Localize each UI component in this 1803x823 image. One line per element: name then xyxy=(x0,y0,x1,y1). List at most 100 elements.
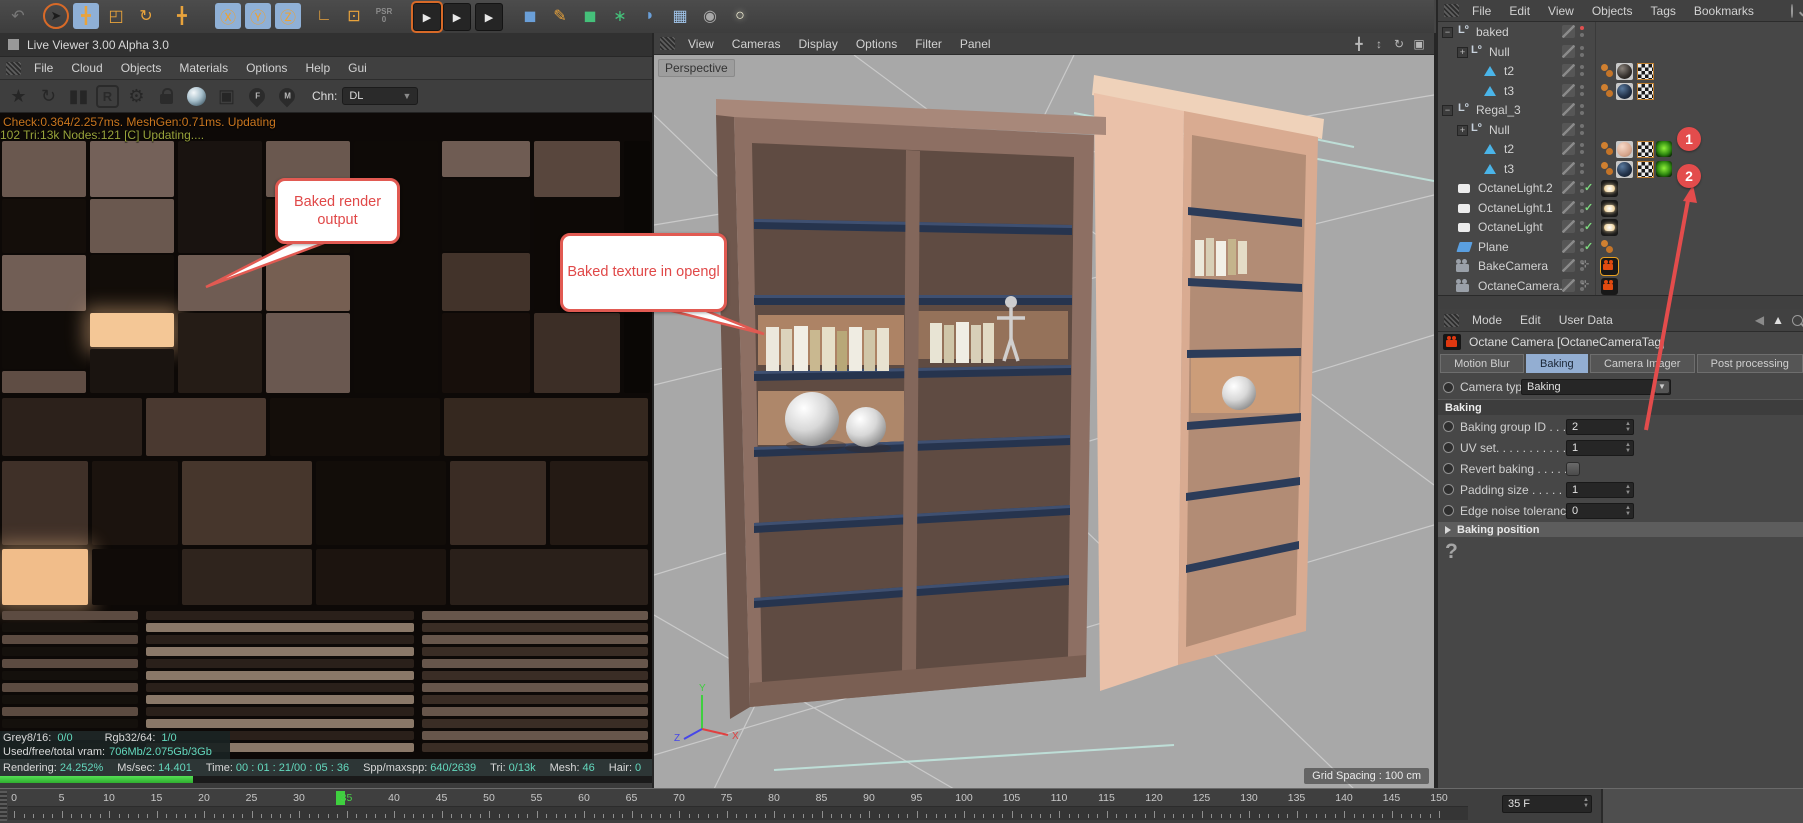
visibility-dots-icon[interactable] xyxy=(1580,143,1584,154)
menu-materials[interactable]: Materials xyxy=(170,59,237,77)
array-generator-icon[interactable]: ∗ xyxy=(607,3,633,29)
object-row-BakeCamera[interactable]: BakeCamera ⊹ xyxy=(1438,256,1803,276)
menu-objects[interactable]: Objects xyxy=(1583,2,1642,20)
enabled-check-icon[interactable]: ✓ xyxy=(1584,240,1593,253)
toggle-view-icon[interactable]: ▣ xyxy=(1412,37,1426,51)
material-ball-icon[interactable] xyxy=(184,84,209,109)
workplane-icon[interactable]: ⊡ xyxy=(341,3,367,29)
object-row-t3[interactable]: t3 xyxy=(1438,81,1803,101)
layer-toggle-icon[interactable] xyxy=(1562,200,1575,214)
enabled-check-icon[interactable]: ✓ xyxy=(1584,220,1593,233)
material-sphere-icon[interactable] xyxy=(1616,63,1633,80)
menu-edit[interactable]: Edit xyxy=(1511,311,1550,329)
lock-resolution-icon[interactable] xyxy=(154,84,179,109)
bake-glow-tag-icon[interactable] xyxy=(1656,141,1672,157)
light-object-icon[interactable]: ○ xyxy=(727,3,753,29)
history-back-icon[interactable]: ◀ xyxy=(1755,313,1764,327)
menu-bookmarks[interactable]: Bookmarks xyxy=(1685,2,1763,20)
coordinate-system-icon[interactable]: ∟ xyxy=(311,3,337,29)
texture-dots-tag-icon[interactable] xyxy=(1601,161,1615,176)
object-row-OctaneLight.1[interactable]: OctaneLight.1 ✓ xyxy=(1438,198,1803,218)
x-axis-lock-icon[interactable]: Ⓧ xyxy=(215,3,241,29)
restart-render-icon[interactable]: ↻ xyxy=(36,84,61,109)
collapse-icon[interactable]: − xyxy=(1442,105,1453,116)
spinner-arrows-icon[interactable]: ▲ ▼ xyxy=(1625,442,1631,454)
camera-object-icon[interactable]: ◉ xyxy=(697,3,723,29)
z-axis-lock-icon[interactable]: Ⓩ xyxy=(275,3,301,29)
layer-toggle-icon[interactable] xyxy=(1562,122,1575,136)
menu-options[interactable]: Options xyxy=(237,59,296,77)
spinner-arrows-icon[interactable]: ▲ ▼ xyxy=(1625,421,1631,433)
grip-icon[interactable] xyxy=(1444,4,1459,17)
radio-icon[interactable] xyxy=(1443,505,1454,516)
uv-checker-tag-icon[interactable] xyxy=(1637,141,1654,158)
subdivision-icon[interactable]: ◼ xyxy=(577,3,603,29)
object-row-OctaneLight.2[interactable]: OctaneLight.2 ✓ xyxy=(1438,178,1803,198)
layer-toggle-icon[interactable] xyxy=(1562,83,1575,97)
channel-dropdown[interactable]: DL ▼ xyxy=(342,87,419,105)
camera-type-dropdown[interactable]: Baking ▼ xyxy=(1521,379,1671,395)
menu-panel[interactable]: Panel xyxy=(951,35,1000,53)
target-tag-icon[interactable]: ⊹ xyxy=(1581,279,1589,290)
object-row-t3[interactable]: t3 xyxy=(1438,159,1803,179)
grip-icon[interactable] xyxy=(1444,313,1459,327)
enabled-check-icon[interactable]: ✓ xyxy=(1584,201,1593,214)
radio-icon[interactable] xyxy=(1443,421,1454,432)
expand-icon[interactable]: + xyxy=(1457,124,1468,136)
layer-toggle-icon[interactable] xyxy=(1562,278,1575,292)
zoom-view-icon[interactable]: ↕ xyxy=(1372,37,1386,51)
search-icon[interactable] xyxy=(1791,3,1793,18)
menu-gui[interactable]: Gui xyxy=(339,59,376,77)
visibility-dots-icon[interactable] xyxy=(1580,162,1584,174)
texture-dots-tag-icon[interactable] xyxy=(1601,83,1615,98)
camera-tag-selected-icon[interactable] xyxy=(1600,257,1619,276)
spinner-arrows-icon[interactable]: ▲ ▼ xyxy=(1625,505,1631,517)
object-row-Regal_3[interactable]: − Lº Regal_3 xyxy=(1438,100,1803,120)
timeline-ruler[interactable]: 0 5 10 15 20 25 30 35 40 45 50 55 60 65 70 75 80 85 90 95 10… xyxy=(0,789,1492,823)
layer-toggle-icon[interactable] xyxy=(1562,161,1575,175)
pan-view-icon[interactable]: ╋ xyxy=(1352,37,1366,51)
focus-picker-icon[interactable]: F xyxy=(244,84,269,109)
cube-primitive-icon[interactable]: ◼ xyxy=(517,3,543,29)
uv-checker-tag-icon[interactable] xyxy=(1637,63,1654,80)
menu-user-data[interactable]: User Data xyxy=(1550,311,1622,329)
field-control[interactable]: 2 ▲ ▼ xyxy=(1566,418,1634,435)
rotate-view-icon[interactable]: ↻ xyxy=(1392,37,1406,51)
visibility-dots-icon[interactable] xyxy=(1580,104,1584,115)
material-sphere-icon[interactable] xyxy=(1616,82,1633,100)
baking-position-section[interactable]: Baking position xyxy=(1438,522,1803,537)
bend-deformer-icon[interactable]: ◗ xyxy=(637,3,663,29)
undo-icon[interactable]: ↶ xyxy=(5,3,31,29)
radio-icon[interactable] xyxy=(1443,484,1454,495)
radio-icon[interactable] xyxy=(1443,463,1454,474)
layer-toggle-icon[interactable] xyxy=(1562,259,1575,272)
light-tag-icon[interactable] xyxy=(1601,199,1618,217)
field-control[interactable]: 0 ▲ ▼ xyxy=(1566,502,1634,519)
light-tag-icon[interactable] xyxy=(1601,180,1618,197)
rotate-tool-icon[interactable]: ↻ xyxy=(133,3,159,29)
up-level-icon[interactable]: ▲ xyxy=(1772,313,1784,327)
menu-options[interactable]: Options xyxy=(847,35,906,53)
object-row-t2[interactable]: t2 xyxy=(1438,139,1803,159)
enabled-check-icon[interactable]: ✓ xyxy=(1584,181,1593,194)
menu-help[interactable]: Help xyxy=(296,59,339,77)
material-sphere-icon[interactable] xyxy=(1616,141,1633,158)
visibility-dots-icon[interactable] xyxy=(1580,123,1584,135)
perspective-viewport[interactable]: Perspective Grid Spacing : 100 cm Y X Z xyxy=(654,55,1434,789)
menu-file[interactable]: File xyxy=(1463,2,1500,20)
layer-toggle-icon[interactable] xyxy=(1562,181,1575,194)
object-row-baked[interactable]: − Lº baked xyxy=(1438,22,1803,42)
material-sphere-icon[interactable] xyxy=(1616,160,1633,178)
layer-toggle-icon[interactable] xyxy=(1562,239,1575,253)
bake-glow-tag-icon[interactable] xyxy=(1656,160,1672,177)
checkbox[interactable] xyxy=(1566,461,1580,476)
menu-view[interactable]: View xyxy=(1539,2,1583,20)
tab-motion-blur[interactable]: Motion Blur xyxy=(1440,354,1524,373)
spinner-arrows-icon[interactable]: ▲ ▼ xyxy=(1583,797,1589,809)
live-viewer-titlebar[interactable]: Live Viewer 3.00 Alpha 3.0 xyxy=(0,33,652,57)
grip-icon[interactable] xyxy=(660,37,675,50)
radio-icon[interactable] xyxy=(1443,381,1454,393)
pause-render-icon[interactable]: ▮▮ xyxy=(66,84,91,109)
spinner-arrows-icon[interactable]: ▲ ▼ xyxy=(1625,484,1631,496)
move-axis-icon[interactable]: ╋ xyxy=(169,3,195,29)
